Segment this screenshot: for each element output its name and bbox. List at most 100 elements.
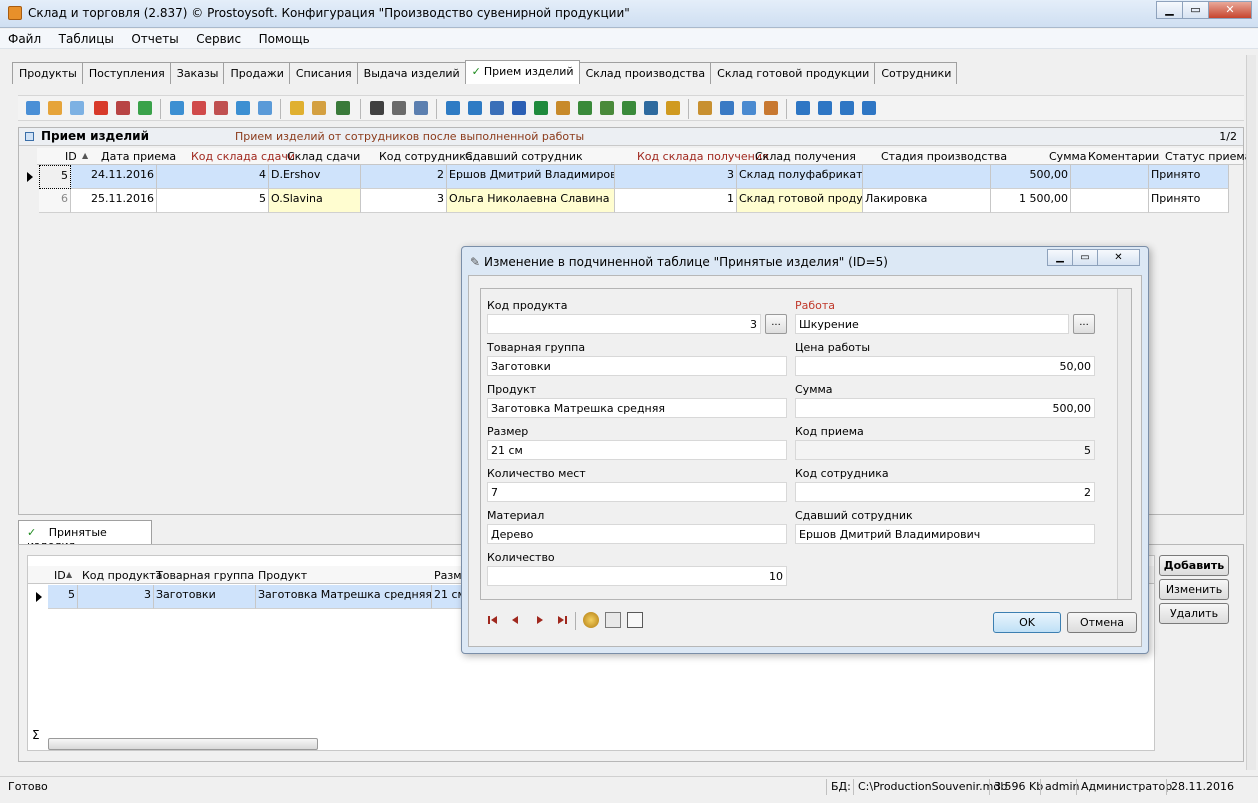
col-date[interactable]: Дата приема — [101, 150, 176, 163]
cell-group[interactable]: Заготовки — [154, 585, 256, 609]
cell-product[interactable]: Заготовка Матрешка средняя — [256, 585, 432, 609]
find-icon[interactable] — [368, 99, 386, 117]
delete-record-icon[interactable] — [92, 99, 110, 117]
menu-file[interactable]: Файл — [0, 29, 47, 46]
prev-record-icon[interactable] — [816, 99, 834, 117]
menu-tables[interactable]: Таблицы — [51, 29, 120, 46]
tab-orders[interactable]: Заказы — [169, 62, 225, 84]
col-sum[interactable]: Сумма — [1049, 150, 1087, 163]
sum-field[interactable]: 500,00 — [795, 398, 1095, 418]
tab-writeoffs[interactable]: Списания — [288, 62, 358, 84]
cell-product-code[interactable]: 3 — [78, 585, 154, 609]
export-csv-icon[interactable] — [576, 99, 594, 117]
settings-icon[interactable] — [762, 99, 780, 117]
cell-comments[interactable] — [1071, 189, 1149, 213]
cancel-button[interactable]: Отмена — [1067, 612, 1137, 633]
cell-emp[interactable]: Ершов Дмитрий Владимирович — [447, 165, 615, 189]
prev-record-icon[interactable] — [509, 614, 523, 628]
export-xml-icon[interactable] — [620, 99, 638, 117]
layout-icon[interactable] — [740, 99, 758, 117]
next-record-icon[interactable] — [533, 614, 547, 628]
cell-dst-wh[interactable]: Склад готовой продукц — [737, 189, 863, 213]
edit-record-icon[interactable] — [46, 99, 64, 117]
cell-src-wh-code[interactable]: 4 — [157, 165, 269, 189]
word-icon[interactable] — [510, 99, 528, 117]
edit-button[interactable]: Изменить — [1159, 579, 1229, 600]
col-comments[interactable]: Коментарии — [1088, 150, 1159, 163]
last-record-icon[interactable] — [860, 99, 878, 117]
tab-accepted-items[interactable]: ✓ Принятые изделия — [18, 520, 152, 552]
window-scrollbar[interactable] — [1246, 55, 1256, 770]
ok-button[interactable]: OK — [993, 612, 1061, 633]
col-id[interactable]: ID — [65, 150, 77, 163]
preview-icon[interactable] — [412, 99, 430, 117]
tab-receipts[interactable]: Поступления — [81, 62, 171, 84]
tab-receive-items[interactable]: ✓ Прием изделий — [464, 60, 580, 84]
product-code-lookup-button[interactable]: ... — [765, 314, 787, 334]
cell-sum[interactable]: 1 500,00 — [991, 189, 1071, 213]
last-record-icon[interactable] — [555, 614, 569, 628]
employee-code-field[interactable]: 2 — [795, 482, 1095, 502]
delete-button[interactable]: Удалить — [1159, 603, 1229, 624]
work-price-field[interactable]: 50,00 — [795, 356, 1095, 376]
col-src-wh-code[interactable]: Код склада сдачи — [191, 150, 295, 163]
export-html-icon[interactable] — [598, 99, 616, 117]
product-code-field[interactable]: 3 — [487, 314, 761, 334]
tab-production-warehouse[interactable]: Склад производства — [578, 62, 712, 84]
col-stage[interactable]: Стадия производства — [881, 150, 1007, 163]
export-icon[interactable] — [444, 99, 462, 117]
dialog-close-button[interactable]: ✕ — [1097, 249, 1140, 266]
cell-stage[interactable] — [863, 165, 991, 189]
tab-issue-items[interactable]: Выдача изделий — [356, 62, 466, 84]
cell-sum[interactable]: 500,00 — [991, 165, 1071, 189]
col-src-wh[interactable]: Склад сдачи — [287, 150, 360, 163]
columns-icon[interactable] — [718, 99, 736, 117]
first-record-icon[interactable] — [794, 99, 812, 117]
receipt-code-field[interactable]: 5 — [795, 440, 1095, 460]
places-field[interactable]: 7 — [487, 482, 787, 502]
copy-record-icon[interactable] — [68, 99, 86, 117]
report-table-icon[interactable] — [642, 99, 660, 117]
employee-field[interactable]: Ершов Дмитрий Владимирович — [795, 524, 1095, 544]
export-rtf-icon[interactable] — [554, 99, 572, 117]
export-list-icon[interactable] — [488, 99, 506, 117]
dialog-maximize-button[interactable]: ▭ — [1072, 249, 1098, 266]
print-icon[interactable] — [390, 99, 408, 117]
cell-src-wh-code[interactable]: 5 — [157, 189, 269, 213]
cell-id[interactable]: 6 — [39, 189, 71, 213]
menu-service[interactable]: Сервис — [188, 29, 247, 46]
cell-date[interactable]: 25.11.2016 — [71, 189, 157, 213]
sql-icon[interactable] — [334, 99, 352, 117]
quantity-field[interactable]: 10 — [487, 566, 787, 586]
scrollbar-h[interactable] — [28, 738, 1154, 752]
col-dst-wh[interactable]: Склад получения — [755, 150, 856, 163]
filter-icon[interactable] — [168, 99, 186, 117]
cell-status[interactable]: Принято — [1149, 165, 1229, 189]
chart-icon[interactable] — [664, 99, 682, 117]
product-field[interactable]: Заготовка Матрешка средняя — [487, 398, 787, 418]
close-button[interactable]: ✕ — [1208, 1, 1252, 19]
col-status[interactable]: Статус приема — [1165, 150, 1251, 163]
work-field[interactable]: Шкурение — [795, 314, 1069, 334]
add-button[interactable]: Добавить — [1159, 555, 1229, 576]
col-emp-code[interactable]: Код сотрудника — [379, 150, 473, 163]
cell-comments[interactable] — [1071, 165, 1149, 189]
form-scrollbar[interactable] — [1117, 289, 1131, 599]
cell-id[interactable]: 5 — [48, 585, 78, 609]
sub-col-product[interactable]: Продукт — [258, 569, 307, 582]
minimize-button[interactable]: ▁ — [1156, 1, 1183, 19]
col-dst-wh-code[interactable]: Код склада получения — [637, 150, 769, 163]
filter-settings-icon[interactable] — [256, 99, 274, 117]
excel-icon[interactable] — [532, 99, 550, 117]
scrollbar-thumb[interactable] — [48, 738, 318, 750]
cell-src-wh[interactable]: D.Ershov — [269, 165, 361, 189]
tab-products[interactable]: Продукты — [12, 62, 83, 84]
sub-col-product-code[interactable]: Код продукта — [82, 569, 162, 582]
filter-edit-icon[interactable] — [234, 99, 252, 117]
cell-status[interactable]: Принято — [1149, 189, 1229, 213]
sub-col-group[interactable]: Товарная группа — [156, 569, 254, 582]
material-field[interactable]: Дерево — [487, 524, 787, 544]
dialog-minimize-button[interactable]: ▁ — [1047, 249, 1073, 266]
cell-emp[interactable]: Ольга Николаевна Славина — [447, 189, 615, 213]
tab-sales[interactable]: Продажи — [223, 62, 290, 84]
